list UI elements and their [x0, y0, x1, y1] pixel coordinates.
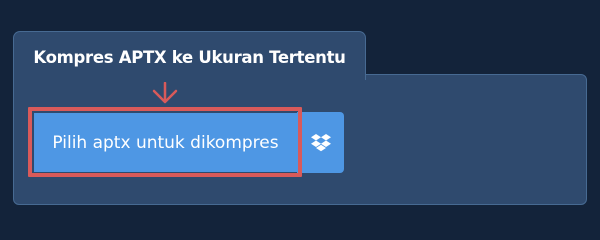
arrow-down-icon [152, 82, 178, 104]
highlight-box [28, 107, 302, 177]
dropbox-icon [310, 133, 331, 151]
panel-tab: Kompres APTX ke Ukuran Tertentu [13, 31, 366, 80]
panel-title: Kompres APTX ke Ukuran Tertentu [33, 47, 346, 67]
dropbox-button[interactable] [297, 112, 344, 173]
